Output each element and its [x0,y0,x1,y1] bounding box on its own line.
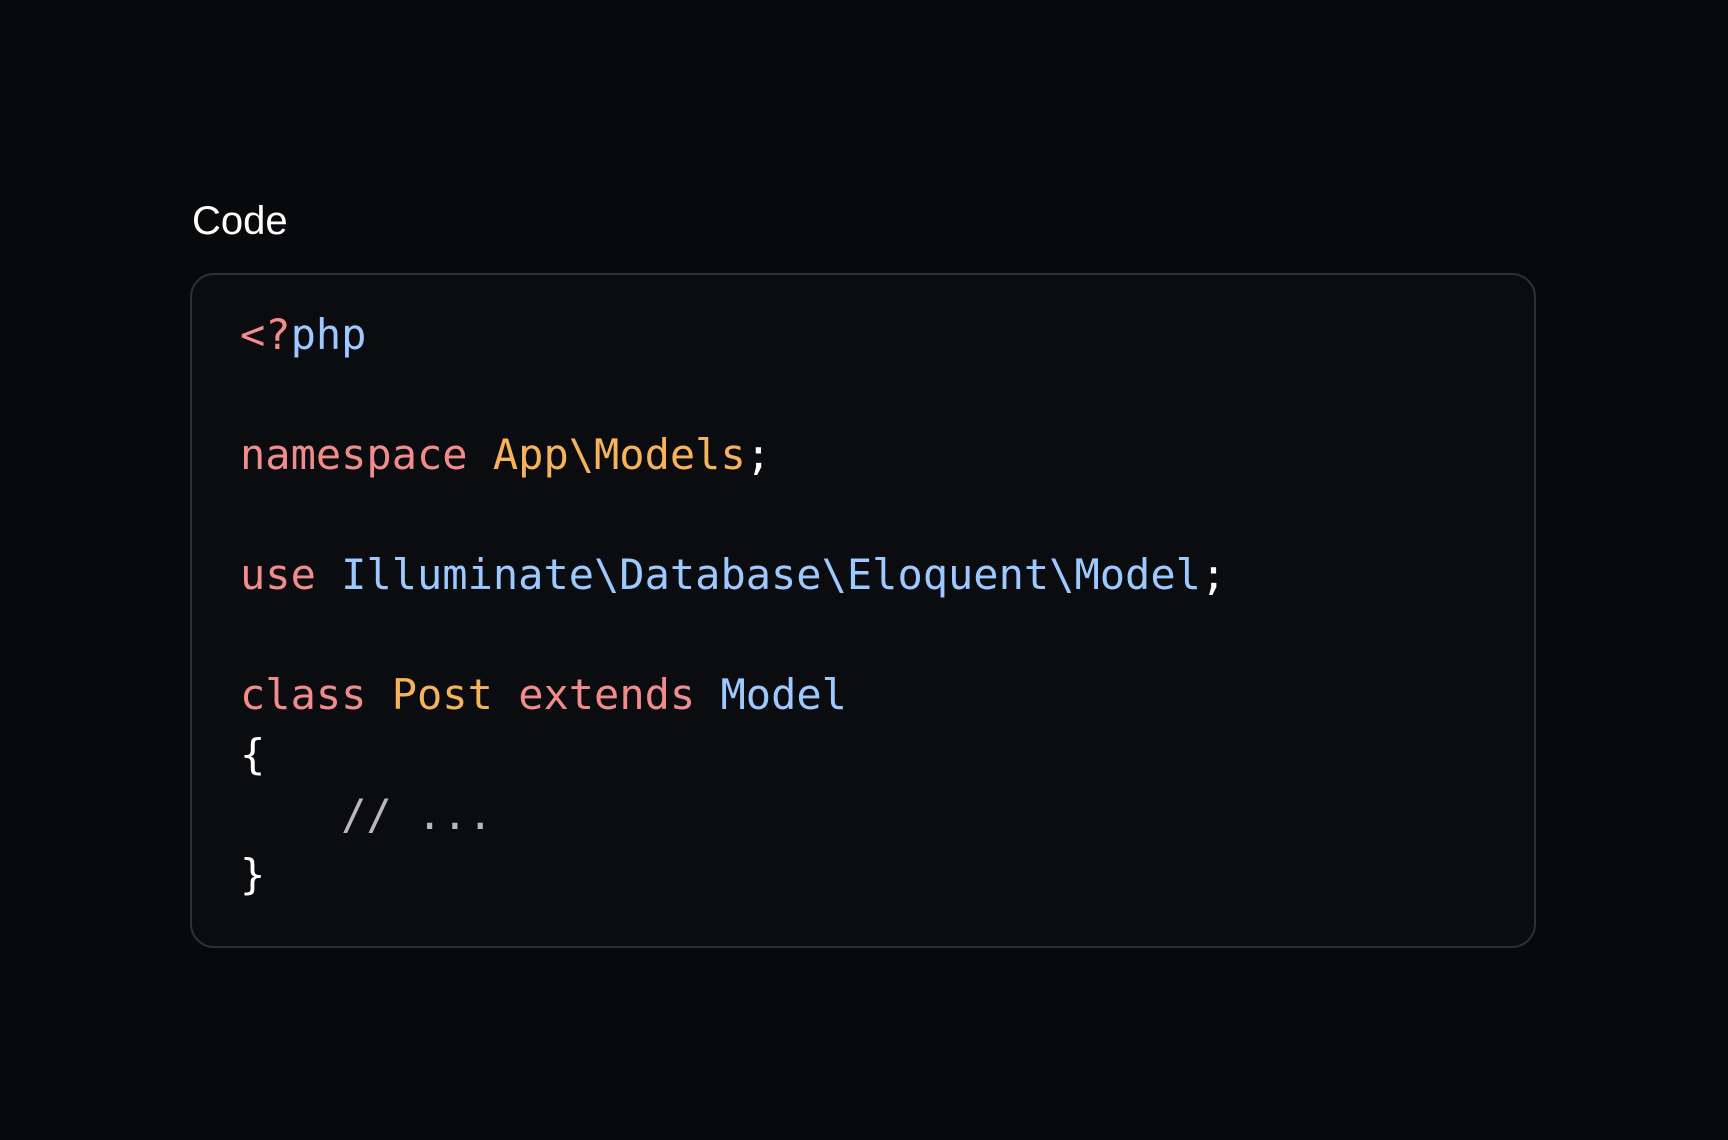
php-keyword-token: php [290,310,367,359]
section-title: Code [192,199,288,243]
open-brace-token: { [240,730,266,779]
namespace-name-token: App\Models [492,430,746,479]
semicolon-token: ; [1200,550,1227,599]
code-line-3: namespace App\Models; [240,425,1226,485]
extends-keyword-token: extends [518,670,696,719]
code-content: <?php namespace App\Models; use Illuminate… [240,305,1226,905]
semicolon-token: ; [745,430,772,479]
class-keyword-token: class [240,670,367,719]
code-block: <?php namespace App\Models; use Illuminate… [190,273,1536,948]
code-line-9: // ... [240,785,1226,845]
comment-token: // ... [240,790,493,839]
code-line-8: { [240,725,1226,785]
import-path-token: Illuminate\Database\Eloquent\Model [341,550,1201,599]
code-line-10: } [240,845,1226,905]
code-line-5: use Illuminate\Database\Eloquent\Model; [240,545,1226,605]
code-line-7: class Post extends Model [240,665,1226,725]
parent-class-token: Model [720,670,847,719]
php-open-tag-token: <? [240,310,291,359]
namespace-keyword-token: namespace [240,430,468,479]
code-line-1: <?php [240,305,1226,365]
close-brace-token: } [240,850,266,899]
class-name-token: Post [391,670,493,719]
use-keyword-token: use [240,550,316,599]
